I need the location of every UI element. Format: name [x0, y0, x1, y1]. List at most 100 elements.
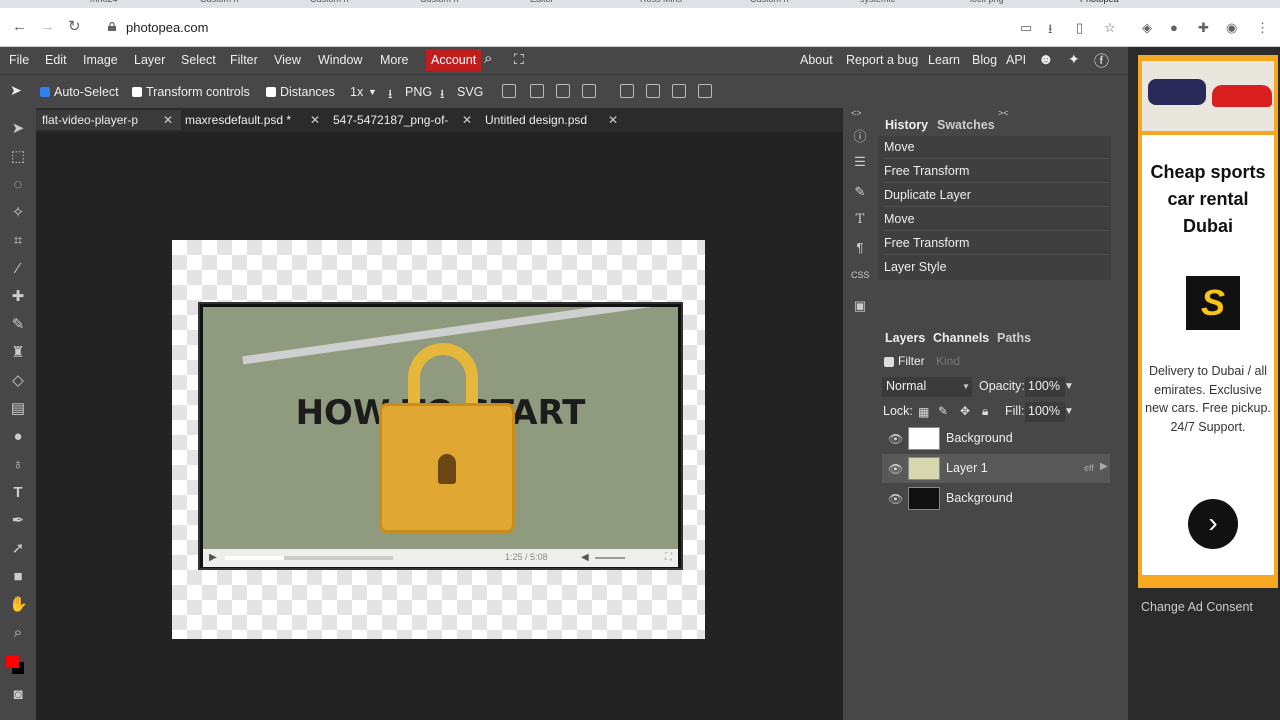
browser-tab[interactable]: systemic — [860, 0, 895, 8]
menu-select[interactable]: Select — [181, 53, 216, 67]
layer-row[interactable]: 👁︎ Background — [882, 424, 1110, 453]
eye-icon[interactable]: 👁︎ — [888, 492, 903, 506]
fullscreen-icon[interactable]: ⛶ — [514, 51, 524, 68]
marquee-tool-icon[interactable]: ⬚ — [9, 148, 27, 166]
opacity-input[interactable]: 100% — [1028, 379, 1060, 393]
doc-tab[interactable]: Untitled design.psd — [479, 110, 593, 130]
distribute-vertical-icon[interactable] — [698, 84, 712, 98]
crop-tool-icon[interactable]: ⌗ — [9, 232, 27, 250]
browser-tab[interactable]: Custom ri — [200, 0, 239, 8]
chevron-down-icon[interactable]: ▼ — [1064, 406, 1074, 417]
layer-effects-badge[interactable]: eff — [1084, 463, 1094, 473]
history-item[interactable]: Move — [884, 208, 1109, 231]
close-icon[interactable]: ✕ — [163, 113, 173, 127]
lock-brush-icon[interactable]: ✎ — [938, 404, 948, 418]
address-bar[interactable]: photopea.com — [126, 20, 208, 35]
twitter-icon[interactable]: ✦ — [1068, 51, 1080, 68]
info-icon[interactable]: ⓘ — [851, 126, 869, 145]
change-ad-consent-button[interactable]: Change Ad Consent — [1141, 600, 1253, 614]
chevron-right-icon[interactable]: ▶ — [1100, 461, 1108, 472]
transform-controls-checkbox[interactable] — [132, 87, 142, 97]
dodge-tool-icon[interactable]: ♁ — [9, 456, 27, 474]
menu-filter[interactable]: Filter — [230, 53, 258, 67]
adjustments-icon[interactable]: ☰ — [851, 154, 869, 170]
zoom-tool-icon[interactable]: ⌕ — [9, 624, 27, 642]
gradient-tool-icon[interactable]: ▤ — [9, 400, 27, 418]
browser-tab[interactable]: Custom ri — [420, 0, 459, 8]
menu-edit[interactable]: Edit — [45, 53, 67, 67]
reload-icon[interactable]: ↻ — [68, 18, 81, 36]
extension-icon[interactable]: ● — [1170, 20, 1178, 35]
lock-all-icon[interactable]: 🔒︎ — [982, 404, 988, 419]
healing-tool-icon[interactable]: ✚ — [9, 288, 27, 306]
image-icon[interactable]: ▣ — [851, 298, 869, 314]
fill-input[interactable]: 100% — [1028, 404, 1060, 418]
eyedropper-tool-icon[interactable]: ⁄ — [9, 260, 27, 278]
menu-about[interactable]: About — [800, 53, 833, 67]
close-icon[interactable]: ✕ — [608, 113, 618, 127]
magic-wand-tool-icon[interactable]: ✧ — [9, 204, 27, 222]
tab-layers[interactable]: Layers — [885, 331, 925, 345]
quick-mask-icon[interactable]: ◙ — [9, 686, 27, 704]
browser-tab[interactable]: Ross Mins — [640, 0, 682, 8]
lasso-tool-icon[interactable]: ◌ — [9, 176, 27, 194]
tab-history[interactable]: History — [885, 118, 928, 132]
eraser-tool-icon[interactable]: ◇ — [9, 372, 27, 390]
forward-icon[interactable]: → — [40, 18, 55, 36]
blend-mode-dropdown[interactable]: Normal — [886, 379, 926, 393]
close-icon[interactable]: ✕ — [310, 113, 320, 127]
align-middle-icon[interactable] — [646, 84, 660, 98]
doc-tab[interactable]: maxresdefault.psd * — [179, 110, 297, 130]
collapse-icon[interactable]: >< — [998, 108, 1009, 118]
browser-tab-active[interactable]: Photopea — [1080, 0, 1119, 8]
lock-pixels-icon[interactable]: ▦ — [918, 405, 929, 419]
eye-icon[interactable]: 👁︎ — [888, 462, 903, 476]
lock-position-icon[interactable]: ✥ — [960, 404, 970, 418]
blur-tool-icon[interactable]: ● — [9, 428, 27, 446]
move-tool-icon[interactable]: ➤ — [10, 82, 22, 99]
menu-image[interactable]: Image — [83, 53, 118, 67]
clipboard-icon[interactable]: ▭ — [1020, 20, 1032, 36]
history-item[interactable]: Layer Style — [884, 256, 1109, 279]
align-right-icon[interactable] — [556, 84, 570, 98]
menu-learn[interactable]: Learn — [928, 53, 960, 67]
tab-paths[interactable]: Paths — [997, 331, 1031, 345]
page-icon[interactable]: ▯ — [1076, 20, 1083, 36]
shape-tool-icon[interactable]: ■ — [9, 568, 27, 586]
chevron-right-icon[interactable]: › — [1188, 499, 1238, 549]
download-icon[interactable]: ⭳ — [1048, 20, 1053, 42]
hand-tool-icon[interactable]: ✋ — [9, 596, 28, 614]
doc-tab[interactable]: 547-5472187_png-of- — [327, 110, 457, 130]
auto-select-checkbox[interactable] — [40, 87, 50, 97]
css-icon[interactable]: CSS — [851, 270, 870, 280]
browser-tab[interactable]: lock png — [970, 0, 1004, 8]
profile-icon[interactable]: ◉ — [1226, 20, 1237, 36]
menu-file[interactable]: File — [9, 53, 29, 67]
ad-card[interactable]: Cheap sports car rental Dubai S Delivery… — [1138, 55, 1278, 588]
filter-checkbox[interactable] — [884, 357, 894, 367]
back-icon[interactable]: ← — [12, 18, 27, 36]
align-center-icon[interactable] — [530, 84, 544, 98]
facebook-icon[interactable]: ⓕ — [1094, 50, 1109, 71]
puzzle-icon[interactable]: ✚ — [1198, 20, 1209, 36]
brush-tool-icon[interactable]: ✎ — [9, 316, 27, 334]
reddit-icon[interactable]: ☻ — [1038, 51, 1054, 68]
export-svg-button[interactable]: SVG — [457, 85, 483, 99]
extension-icon[interactable]: ◈ — [1142, 20, 1152, 36]
history-item[interactable]: Move — [884, 136, 1109, 159]
align-left-icon[interactable] — [502, 84, 516, 98]
align-bottom-icon[interactable] — [672, 84, 686, 98]
doc-tab[interactable]: flat-video-player-p — [36, 110, 181, 130]
canvas-area[interactable]: HOW TO START A K ET ▶ 1:25 / 5:08 ◀ — [36, 132, 843, 720]
align-top-icon[interactable] — [620, 84, 634, 98]
kind-dropdown[interactable]: Kind — [936, 354, 960, 368]
menu-window[interactable]: Window — [318, 53, 362, 67]
chevron-down-icon[interactable]: ▼ — [1064, 381, 1074, 392]
type-tool-icon[interactable]: T — [9, 484, 27, 502]
character-icon[interactable]: T — [851, 212, 869, 227]
menu-report-bug[interactable]: Report a bug — [846, 53, 918, 67]
menu-layer[interactable]: Layer — [134, 53, 165, 67]
bookmark-star-icon[interactable]: ☆ — [1104, 20, 1116, 36]
browser-tab[interactable]: Editor — [530, 0, 554, 8]
layer-row[interactable]: 👁︎ Background — [882, 484, 1110, 513]
